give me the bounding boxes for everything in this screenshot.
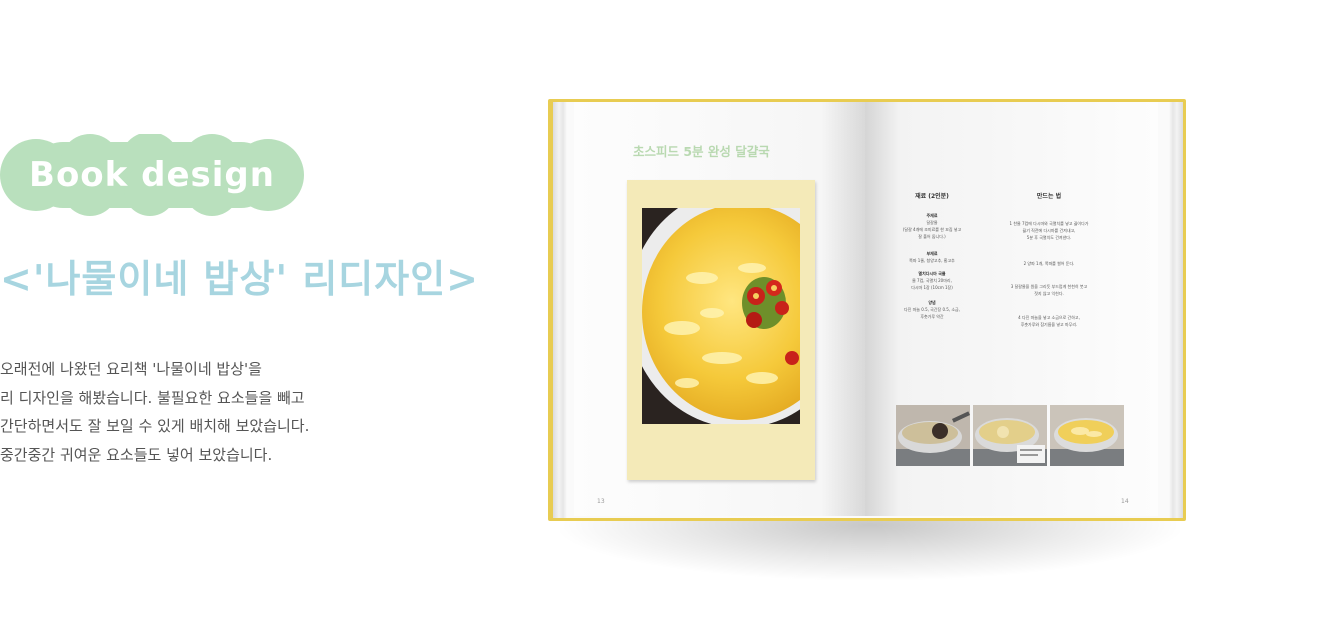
ingredient-line: 다진 마늘 0.5, 국간장 0.5, 소금, [903,307,960,312]
method-step: 2 양파 1개, 쪽파를 썰어 둔다. [996,260,1102,267]
ingredient-group-title: 주재료 [926,213,938,218]
step-photo-2 [973,405,1047,466]
method-step: 3 달걀물을 원을 그리듯 부드럽게 천천히 붓고 젓지 않고 익힌다. [996,283,1102,297]
ingredient-line: 달걀물 [926,220,938,225]
ingredient-group: 양념 다진 마늘 0.5, 국간장 0.5, 소금, 후춧가루 약간 [900,299,964,320]
step-line: 후춧가루와 참기름을 넣고 마무리. [1020,322,1078,327]
recipe-title: 초스피드 5분 완성 달걀국 [633,144,770,159]
step-line: 달걀물을 원을 그리듯 부드럽게 천천히 붓고 [1014,284,1088,289]
step-number: 4 [1018,315,1021,320]
egg-soup-photo [642,208,800,424]
section-tag: Book design [0,134,304,216]
ingredient-group-title: 부재료 [926,251,938,256]
method-step: 4 다진 마늘을 넣고 소금으로 간하고, 후춧가루와 참기름을 넣고 마무리. [996,314,1102,328]
ingredient-line: (달걀 4개에 조미료를 한 꼬집 넣고 [902,227,962,232]
description-line: 오래전에 나왔던 요리책 '나물이네 밥상'을 [0,360,262,378]
method-heading: 만드는 법 [1036,193,1062,200]
ingredient-group: 멸치다시마 국물 물 7컵, 국멸치 20마리, 다시마 1장 (10cm 1장… [900,270,964,291]
step-line: 5분 후 국멸치도 건져낸다. [1026,235,1072,240]
description-line: 중간중간 귀여운 요소들도 넣어 보았습니다. [0,445,273,464]
step-line: 찬물 7컵에 다시마와 국멸치를 넣고 끓이다가 [1013,221,1089,226]
right-page-number: 14 [1121,498,1129,505]
ingredient-group-title: 양념 [928,300,936,305]
ingredient-group: 부재료 쪽파 1줄, 청양고추, 홍고추 [900,250,964,264]
method-step: 1 찬물 7컵에 다시마와 국멸치를 넣고 끓이다가 끓기 직전에 다시마를 건… [996,220,1102,241]
ingredient-line: 다시마 1장 (10cm 1장) [911,285,953,290]
step-number: 3 [1010,284,1014,289]
ingredient-group-title: 멸치다시마 국물 [918,271,946,276]
description: 오래전에 나왔던 요리책 '나물이네 밥상'을 리 디자인을 해봤습니다. 불필… [0,355,420,469]
section-tag-label: Book design [29,155,275,195]
step-photo-3 [1050,405,1124,466]
ingredient-line: 쪽파 1줄, 청양고추, 홍고추 [909,258,955,263]
step-photo-1 [896,405,970,466]
step-line: 젓지 않고 익힌다. [1034,291,1064,296]
left-page-number: 13 [597,498,605,505]
description-line: 간단하면서도 잘 보일 수 있게 배치해 보았습니다. [0,417,310,435]
step-line: 끓기 직전에 다시마를 건져내고, [1022,228,1076,233]
ingredient-line: 물 7컵, 국멸치 20마리, [912,278,952,283]
ingredients-heading: 재료 (2인분) [915,193,949,200]
step-line: 다진 마늘을 넣고 소금으로 간하고, [1021,315,1080,320]
description-line: 리 디자인을 해봤습니다. 불필요한 요소들을 빼고 [0,388,305,407]
page-title: <'나물이네 밥상' 리디자인> [0,257,480,301]
ingredient-line: 잘 풀어 둡니다.) [918,234,946,239]
step-number: 2 [1023,261,1027,266]
ingredient-group: 주재료 달걀물 (달걀 4개에 조미료를 한 꼬집 넣고 잘 풀어 둡니다.) [900,212,964,240]
ingredient-line: 후춧가루 약간 [920,314,944,319]
step-number: 1 [1009,221,1013,226]
step-line: 양파 1개, 쪽파를 썰어 둔다. [1027,261,1075,266]
